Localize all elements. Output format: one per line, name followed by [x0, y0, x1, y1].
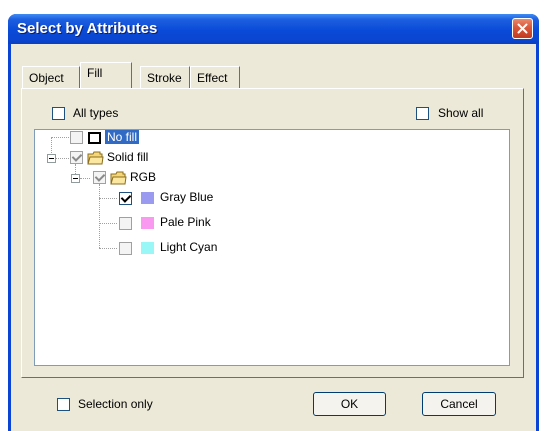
tree-connector	[99, 184, 100, 248]
dialog-title: Select by Attributes	[17, 20, 158, 37]
pale-pink-label: Pale Pink	[160, 215, 211, 229]
tab-stroke-label: Stroke	[147, 71, 182, 85]
pale-pink-swatch	[141, 217, 154, 229]
light-cyan-label: Light Cyan	[160, 240, 218, 254]
pale-pink-checkbox[interactable]	[119, 217, 132, 230]
tab-effect[interactable]: Effect	[190, 66, 240, 88]
cancel-button-label: Cancel	[440, 397, 478, 411]
rgb-label: RGB	[130, 170, 157, 184]
fill-tab-panel: All types Show all No fill Solid fill RG…	[21, 88, 524, 378]
close-button[interactable]	[512, 18, 533, 39]
dialog-client-area: Object Fill Stroke Effect All types Show…	[11, 44, 536, 431]
title-bar[interactable]: Select by Attributes	[8, 14, 539, 44]
show-all-checkbox[interactable]	[416, 107, 429, 120]
all-types-checkbox[interactable]	[52, 107, 65, 120]
collapse-toggle-icon[interactable]	[47, 154, 56, 163]
tab-fill[interactable]: Fill	[80, 62, 132, 88]
tab-fill-label: Fill	[87, 66, 103, 80]
no-fill-icon	[88, 132, 101, 144]
light-cyan-swatch	[141, 242, 154, 254]
tab-object[interactable]: Object	[22, 66, 80, 88]
all-types-label: All types	[73, 106, 119, 120]
selection-only-checkbox[interactable]	[57, 398, 70, 411]
rgb-checkbox[interactable]	[93, 171, 106, 184]
gray-blue-label: Gray Blue	[160, 190, 214, 204]
tab-effect-label: Effect	[197, 71, 228, 85]
fill-tree-view[interactable]: No fill Solid fill RGB Gray Blue Pale Pi…	[34, 129, 510, 366]
tree-connector	[51, 137, 69, 138]
folder-icon	[87, 151, 104, 165]
select-by-attributes-dialog: Select by Attributes Object Fill Stroke …	[8, 14, 539, 431]
show-all-label: Show all	[438, 106, 484, 120]
gray-blue-checkbox[interactable]	[119, 192, 132, 205]
tree-connector	[99, 223, 117, 224]
tab-stroke[interactable]: Stroke	[140, 66, 190, 88]
solid-fill-label: Solid fill	[107, 150, 149, 164]
no-fill-label: No fill	[105, 130, 140, 144]
tree-connector	[80, 178, 90, 179]
ok-button[interactable]: OK	[313, 392, 386, 416]
tree-connector	[56, 158, 69, 159]
gray-blue-swatch	[141, 192, 154, 204]
selection-only-label: Selection only	[78, 397, 153, 411]
solid-fill-checkbox[interactable]	[70, 151, 83, 164]
close-icon	[517, 23, 528, 34]
ok-button-label: OK	[340, 397, 359, 411]
cancel-button[interactable]: Cancel	[422, 392, 496, 416]
tree-connector	[99, 198, 117, 199]
no-fill-checkbox[interactable]	[70, 131, 83, 144]
folder-icon	[110, 171, 127, 185]
tab-object-label: Object	[29, 71, 64, 85]
light-cyan-checkbox[interactable]	[119, 242, 132, 255]
collapse-toggle-icon[interactable]	[71, 174, 80, 183]
tree-connector	[99, 248, 117, 249]
